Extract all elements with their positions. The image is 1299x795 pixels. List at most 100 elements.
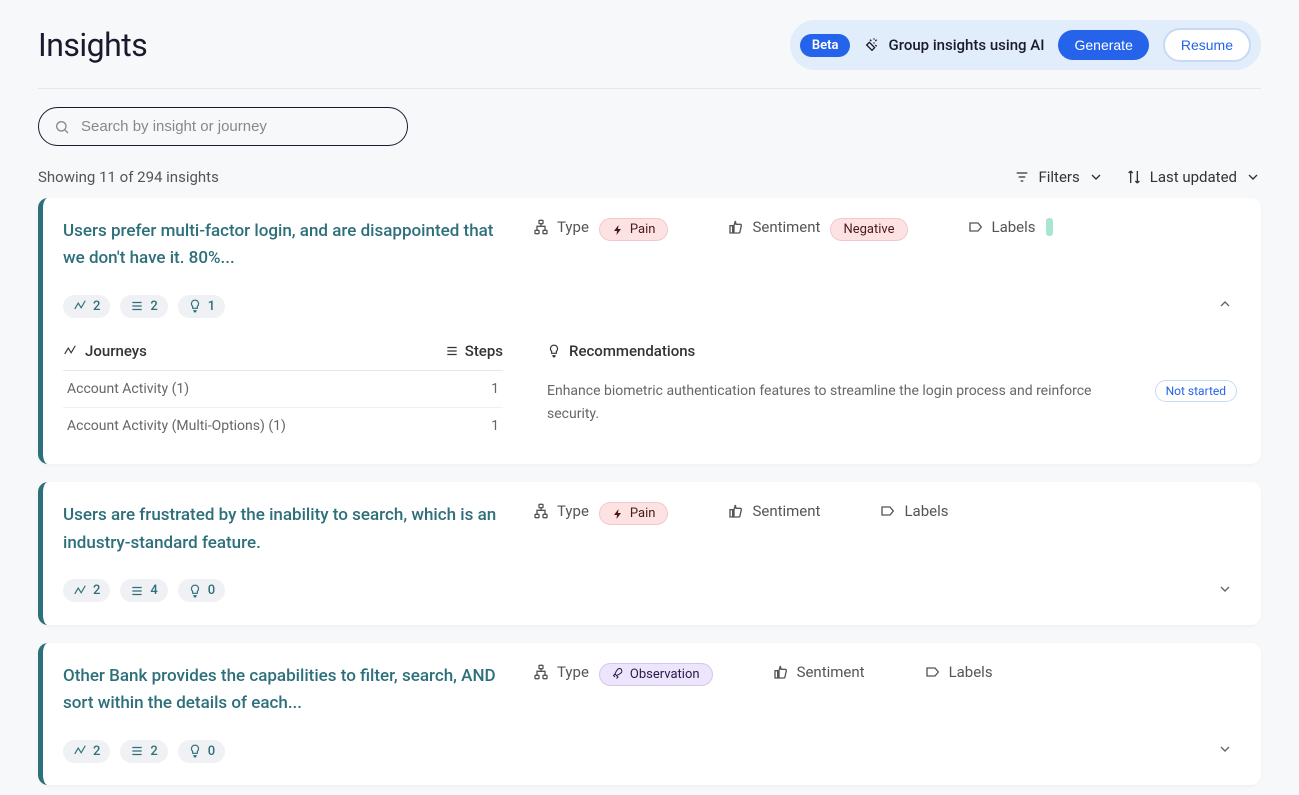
chevron-down-icon [1217, 581, 1233, 597]
header-actions: Beta Group insights using AI Generate Re… [790, 20, 1261, 70]
beta-badge: Beta [800, 34, 851, 57]
journeys-chip[interactable]: 2 [63, 740, 110, 763]
results-count: Showing 11 of 294 insights [38, 168, 219, 186]
recs-chip[interactable]: 0 [178, 740, 225, 763]
type-pill: Observation [599, 663, 713, 686]
chevron-up-icon [1217, 296, 1233, 312]
type-label: Type [557, 502, 589, 520]
search-input[interactable] [38, 107, 408, 146]
type-label: Type [557, 663, 589, 681]
labels-label: Labels [949, 663, 993, 681]
steps-icon [130, 584, 144, 598]
type-field: Type Pain [533, 502, 668, 556]
steps-header: Steps [465, 342, 503, 360]
expanded-content: JourneysSteps Account Activity (1)1Accou… [63, 342, 1237, 444]
recommendation-status[interactable]: Not started [1155, 380, 1237, 402]
steps-icon [130, 299, 144, 313]
expand-toggle[interactable] [1213, 577, 1237, 605]
steps-chip[interactable]: 2 [120, 740, 167, 763]
steps-chip[interactable]: 4 [120, 579, 167, 602]
sort-button[interactable]: Last updated [1126, 168, 1261, 186]
expand-toggle[interactable] [1213, 737, 1237, 765]
label-icon [925, 664, 941, 680]
filters-button[interactable]: Filters [1014, 168, 1103, 186]
sentiment-field: Sentiment Negative [728, 218, 907, 272]
rocket-icon [612, 668, 624, 680]
insight-title[interactable]: Other Bank provides the capabilities to … [63, 663, 503, 717]
bulb-icon [547, 344, 561, 358]
journeys-chip[interactable]: 2 [63, 579, 110, 602]
thumb-up-icon [728, 219, 744, 235]
hierarchy-icon [533, 219, 549, 235]
journey-row[interactable]: Account Activity (1)1 [63, 371, 503, 408]
thumb-up-icon [728, 503, 744, 519]
sentiment-label: Sentiment [752, 502, 820, 520]
insight-title[interactable]: Users prefer multi-factor login, and are… [63, 218, 503, 272]
expand-toggle[interactable] [1213, 292, 1237, 320]
insight-card: Users prefer multi-factor login, and are… [38, 198, 1261, 464]
search-icon [54, 119, 70, 135]
journey-icon [73, 299, 87, 313]
type-field: Type Pain [533, 218, 668, 272]
journey-steps: 1 [491, 418, 499, 434]
insight-card: Users are frustrated by the inability to… [38, 482, 1261, 624]
hierarchy-icon [533, 503, 549, 519]
bolt-icon [612, 224, 624, 236]
chevron-down-icon [1088, 169, 1104, 185]
card-top: Users are frustrated by the inability to… [63, 502, 1237, 556]
steps-chip[interactable]: 2 [120, 295, 167, 318]
bulb-icon [188, 584, 202, 598]
search-box [38, 107, 408, 146]
chevron-down-icon [1245, 169, 1261, 185]
magic-wand-icon [864, 37, 880, 53]
labels-label: Labels [904, 502, 948, 520]
recommendation-text: Enhance biometric authentication feature… [547, 370, 1135, 425]
recommendations-header: Recommendations [569, 342, 695, 360]
hierarchy-icon [533, 664, 549, 680]
sentiment-field: Sentiment [773, 663, 865, 717]
journey-icon [73, 584, 87, 598]
group-insights-label: Group insights using AI [864, 36, 1044, 54]
chevron-down-icon [1217, 741, 1233, 757]
cards-list: Users prefer multi-factor login, and are… [38, 198, 1261, 785]
insight-title[interactable]: Users are frustrated by the inability to… [63, 502, 503, 556]
bulb-icon [188, 299, 202, 313]
chip-row: 2 2 1 [63, 292, 1237, 320]
resume-button[interactable]: Resume [1163, 28, 1251, 62]
card-top: Users prefer multi-factor login, and are… [63, 218, 1237, 272]
recs-chip[interactable]: 1 [178, 295, 225, 318]
sentiment-pill: Negative [830, 218, 907, 241]
journey-row[interactable]: Account Activity (Multi-Options) (1)1 [63, 408, 503, 444]
sentiment-label: Sentiment [752, 218, 820, 236]
steps-icon [130, 744, 144, 758]
sentiment-label: Sentiment [797, 663, 865, 681]
labels-field: Labels [880, 502, 948, 556]
bulb-icon [188, 744, 202, 758]
page-title: Insights [38, 26, 147, 64]
generate-button[interactable]: Generate [1058, 30, 1148, 60]
journey-name: Account Activity (1) [67, 381, 189, 397]
sort-icon [1126, 169, 1142, 185]
results-meta-row: Showing 11 of 294 insights Filters Last … [38, 168, 1261, 186]
recs-chip[interactable]: 0 [178, 579, 225, 602]
journey-icon [73, 744, 87, 758]
journeys-header: Journeys [85, 342, 147, 360]
card-top: Other Bank provides the capabilities to … [63, 663, 1237, 717]
type-pill: Pain [599, 502, 669, 525]
label-icon [880, 503, 896, 519]
type-field: Type Observation [533, 663, 713, 717]
search-row [38, 89, 1261, 146]
labels-field: Labels [925, 663, 993, 717]
type-pill: Pain [599, 218, 669, 241]
type-label: Type [557, 218, 589, 236]
chip-row: 2 2 0 [63, 737, 1237, 765]
thumb-up-icon [773, 664, 789, 680]
journey-icon [63, 344, 77, 358]
journeys-chip[interactable]: 2 [63, 295, 110, 318]
steps-icon [445, 344, 459, 358]
labels-field: Labels [968, 218, 1053, 272]
label-swatch [1046, 218, 1053, 236]
insight-card: Other Bank provides the capabilities to … [38, 643, 1261, 785]
chip-row: 2 4 0 [63, 577, 1237, 605]
bolt-icon [612, 508, 624, 520]
